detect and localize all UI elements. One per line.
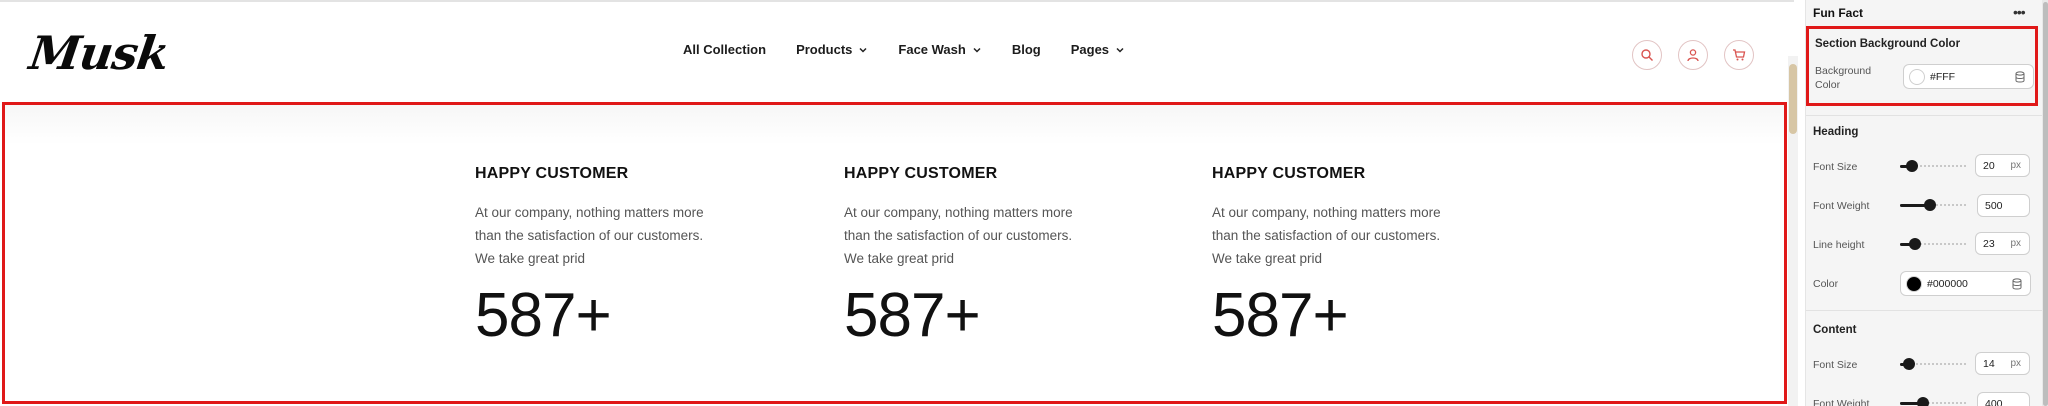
fact-title: HAPPY CUSTOMER [844,165,998,182]
section-background-group: Section Background Color Background Colo… [1806,26,2038,106]
content-font-size-slider[interactable] [1900,358,1966,370]
nav-item-label: Products [796,42,853,57]
background-color-label: Background Color [1815,65,1872,91]
fact-description: At our company, nothing matters more tha… [844,205,1073,266]
input-value: 500 [1985,199,2003,212]
more-horizontal-icon[interactable]: ••• [2013,4,2026,20]
chevron-down-icon [1116,47,1124,53]
fact-card: HAPPY CUSTOMER At our company, nothing m… [475,165,745,351]
panel-title: Fun Fact [1813,6,1863,20]
unit-label: px [2010,238,2021,249]
cart-button[interactable] [1724,40,1754,70]
section-title: Content [1813,324,1857,336]
nav-item-face-wash[interactable]: Face Wash [898,42,981,57]
heading-line-height-label: Line height [1813,239,1865,251]
input-value: 14 [1983,357,1995,370]
heading-font-size-input[interactable]: 20 px [1975,154,2030,177]
slider-handle[interactable] [1908,238,1921,250]
content-font-weight-input[interactable]: 400 [1977,392,2030,406]
slider-handle[interactable] [1903,358,1916,370]
nav-item-label: Blog [1011,42,1041,57]
fact-number: 587+ [1212,281,1349,350]
editor-window: Musk All Collection Products Face Wash B… [0,0,2048,406]
preview-scrollbar-thumb[interactable] [1789,64,1797,134]
panel-scrollbar-thumb[interactable] [2043,2,2048,406]
heading-font-size-label: Font Size [1813,161,1858,173]
color-swatch[interactable] [1909,68,1925,85]
fact-card: HAPPY CUSTOMER At our company, nothing m… [844,165,1114,351]
slider-handle[interactable] [1917,397,1930,406]
user-icon [1687,49,1699,62]
heading-font-weight-label: Font Weight [1813,200,1870,212]
account-button[interactable] [1678,40,1708,70]
nav-item-label: Pages [1070,42,1110,57]
site-logo[interactable]: Musk [26,26,172,80]
search-icon [1641,49,1653,61]
color-value: #FFF [1930,70,1956,83]
panel-header: Fun Fact ••• [1806,0,2048,26]
nav-item-blog[interactable]: Blog [1012,42,1041,57]
fact-card: HAPPY CUSTOMER At our company, nothing m… [1212,165,1482,351]
settings-panel: Fun Fact ••• Section Background Color Ba… [1805,0,2048,406]
content-font-size-label: Font Size [1813,359,1858,371]
main-nav: All Collection Products Face Wash Blog P… [683,42,1125,57]
heading-font-weight-input[interactable]: 500 [1977,194,2030,217]
nav-item-products[interactable]: Products [796,42,868,57]
slider-handle[interactable] [1923,199,1936,211]
database-icon[interactable] [2014,70,2026,83]
cart-icon [1733,49,1746,61]
fact-title: HAPPY CUSTOMER [475,165,629,182]
database-icon[interactable] [2011,277,2023,290]
fact-description: At our company, nothing matters more tha… [1212,205,1441,266]
input-value: 20 [1983,159,1995,172]
fact-number: 587+ [475,281,612,350]
header-actions [1632,40,1754,70]
input-value: 400 [1985,397,2003,406]
heading-color-label: Color [1813,278,1839,290]
nav-item-pages[interactable]: Pages [1071,42,1125,57]
fact-description: At our company, nothing matters more tha… [475,205,704,266]
chevron-down-icon [859,47,867,53]
fact-number: 587+ [844,281,981,350]
nav-item-label: Face Wash [898,42,966,57]
heading-font-size-slider[interactable] [1900,160,1966,172]
fun-fact-section[interactable]: HAPPY CUSTOMER At our company, nothing m… [2,102,1787,404]
site-header: Musk All Collection Products Face Wash B… [0,4,1794,100]
heading-font-weight-slider[interactable] [1900,199,1966,211]
panel-divider [1806,115,2042,116]
nav-item-all-collection[interactable]: All Collection [683,42,766,57]
unit-label: px [2010,160,2021,171]
panel-divider [1806,310,2042,311]
color-value: #000000 [1927,277,1968,290]
content-font-weight-slider[interactable] [1900,397,1966,406]
section-title: Heading [1813,126,1859,138]
preview-frame: Musk All Collection Products Face Wash B… [0,0,1794,406]
nav-item-label: All Collection [683,42,767,57]
input-value: 23 [1983,237,1995,250]
page-preview: Musk All Collection Products Face Wash B… [0,0,1805,406]
heading-line-height-slider[interactable] [1900,238,1966,250]
heading-line-height-input[interactable]: 23 px [1975,232,2030,255]
chevron-down-icon [973,47,981,53]
content-font-size-input[interactable]: 14 px [1975,352,2030,375]
color-swatch[interactable] [1906,275,1922,292]
content-font-weight-label: Font Weight [1813,398,1870,406]
section-title: Section Background Color [1815,38,1961,50]
slider-handle[interactable] [1905,160,1918,172]
search-button[interactable] [1632,40,1662,70]
unit-label: px [2010,358,2021,369]
heading-color-field[interactable]: #000000 [1900,271,2031,296]
fact-title: HAPPY CUSTOMER [1212,165,1366,182]
background-color-field[interactable]: #FFF [1903,64,2034,89]
